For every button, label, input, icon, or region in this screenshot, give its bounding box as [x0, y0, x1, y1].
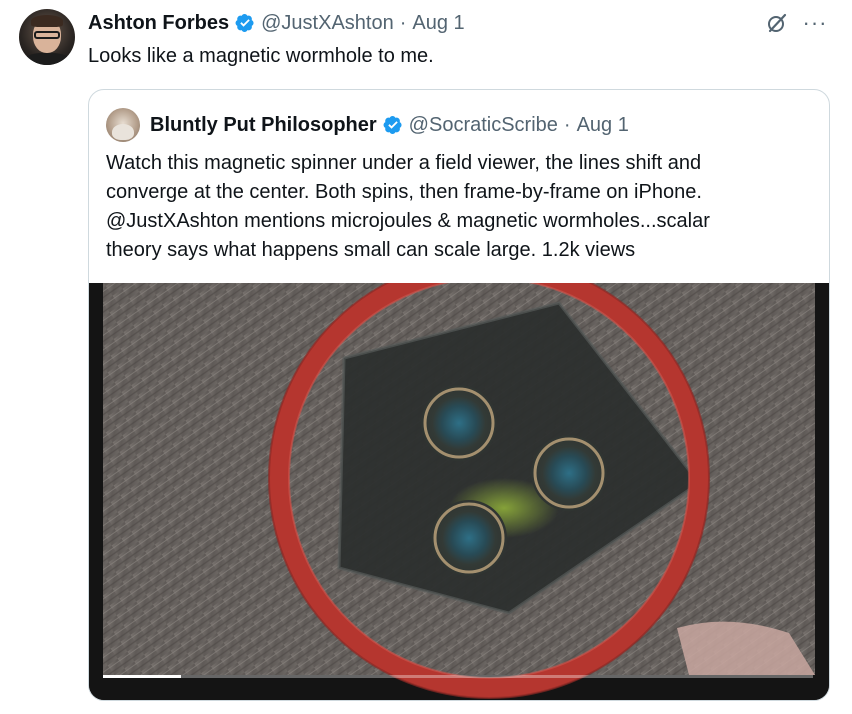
tweet-actions: ···: [764, 10, 828, 36]
quoted-tweet[interactable]: Bluntly Put Philosopher @SocraticScribe …: [88, 89, 830, 701]
grok-glyph-icon: [768, 13, 787, 33]
magnetic-field-viewer-video-frame: [89, 283, 829, 700]
quoted-author-handle[interactable]: @SocraticScribe: [409, 112, 558, 138]
more-options-button[interactable]: ···: [802, 10, 828, 36]
quoted-text-line: @JustXAshton mentions microjoules & magn…: [106, 210, 710, 232]
author-handle[interactable]: @JustXAshton: [261, 10, 394, 36]
avatar-shirt: [23, 53, 71, 65]
author-avatar[interactable]: [19, 9, 75, 65]
quoted-tweet-text: Watch this magnetic spinner under a fiel…: [106, 149, 806, 265]
quoted-text-line: converge at the center. Both spins, then…: [106, 181, 702, 203]
tweet-date[interactable]: Aug 1: [412, 10, 464, 36]
tweet-text: Looks like a magnetic wormhole to me.: [88, 45, 434, 67]
grok-icon[interactable]: [764, 10, 790, 36]
quoted-tweet-header: Bluntly Put Philosopher @SocraticScribe …: [106, 108, 629, 142]
video-player[interactable]: [89, 283, 829, 700]
magnet-pole-bottom: [431, 500, 507, 576]
verified-badge-icon: [235, 14, 254, 32]
quoted-header-separator: ·: [563, 114, 571, 136]
magnet-pole-top: [421, 385, 497, 461]
quoted-tweet-date[interactable]: Aug 1: [577, 112, 629, 138]
header-separator: ·: [399, 12, 407, 34]
video-progress-fill: [103, 675, 182, 678]
author-name[interactable]: Ashton Forbes: [88, 10, 229, 36]
avatar-hair: [31, 15, 63, 27]
tweet-header: Ashton Forbes @JustXAshton · Aug 1: [88, 10, 465, 36]
quoted-text-line: Watch this magnetic spinner under a fiel…: [106, 152, 702, 174]
video-progress-bar[interactable]: [103, 675, 813, 678]
magnet-pole-right: [531, 435, 607, 511]
philosopher-bust-avatar-icon[interactable]: [106, 108, 140, 142]
quoted-author-name[interactable]: Bluntly Put Philosopher: [150, 112, 377, 138]
verified-badge-icon: [383, 116, 402, 134]
avatar-glasses: [34, 31, 60, 39]
quoted-text-line: theory says what happens small can scale…: [106, 239, 636, 261]
